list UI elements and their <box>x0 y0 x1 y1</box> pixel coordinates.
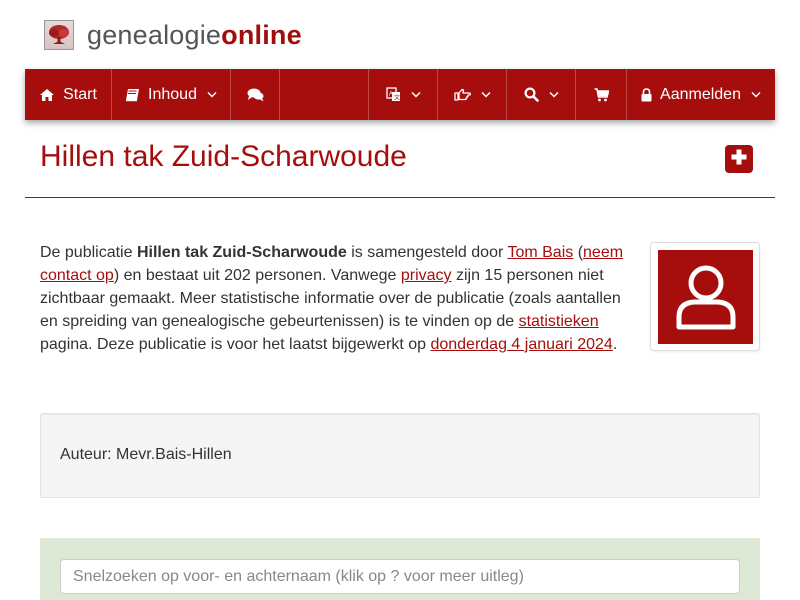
nav-divider <box>279 69 280 120</box>
author-link[interactable]: Tom Bais <box>507 244 573 261</box>
nav-start-label: Start <box>63 85 97 103</box>
nav-forum[interactable] <box>231 69 279 120</box>
privacy-link[interactable]: privacy <box>401 267 452 284</box>
quick-search-input[interactable] <box>60 559 740 594</box>
tree-icon <box>44 20 74 50</box>
search-icon <box>523 87 539 102</box>
nav-search[interactable] <box>507 69 575 120</box>
language-icon: A文 <box>385 87 401 102</box>
comments-icon <box>247 88 264 102</box>
chevron-down-icon <box>207 91 217 98</box>
intro-text: ( <box>573 244 584 261</box>
plus-icon <box>730 148 748 171</box>
title-divider <box>25 197 775 198</box>
expand-button[interactable] <box>725 145 753 173</box>
chevron-down-icon <box>548 91 559 98</box>
intro-text: ) en bestaat uit 202 personen. Vanwege <box>113 267 401 284</box>
svg-text:A: A <box>389 92 393 98</box>
chevron-down-icon <box>751 91 761 98</box>
page-title: Hillen tak Zuid-Scharwoude <box>40 140 407 173</box>
publication-name: Hillen tak Zuid-Scharwoude <box>136 244 347 261</box>
cart-icon <box>594 87 609 102</box>
svg-text:文: 文 <box>394 94 400 102</box>
quick-search-panel <box>40 538 760 600</box>
intro-text: is samengesteld door <box>346 244 508 261</box>
user-icon <box>670 259 742 336</box>
last-updated-link[interactable]: donderdag 4 januari 2024 <box>430 336 612 353</box>
logo-text: genealogieonline <box>87 20 302 51</box>
chevron-down-icon <box>480 91 491 98</box>
nav-start[interactable]: Start <box>25 69 111 120</box>
publication-intro: De publicatie Hillen tak Zuid-Scharwoude… <box>40 241 630 356</box>
avatar <box>658 250 753 344</box>
nav-login[interactable]: Aanmelden <box>627 69 775 120</box>
nav-language[interactable]: A文 <box>369 69 437 120</box>
nav-inhoud[interactable]: Inhoud <box>112 69 230 120</box>
main-navbar: Start Inhoud A文 Aanmelden <box>25 69 775 120</box>
site-logo[interactable]: genealogieonline <box>44 18 302 52</box>
logo-text-online: online <box>221 19 302 50</box>
intro-text: . <box>612 336 618 353</box>
author-box: Auteur: Mevr.Bais-Hillen <box>40 413 760 498</box>
chevron-down-icon <box>410 91 421 98</box>
nav-cart[interactable] <box>576 69 626 120</box>
home-icon <box>39 88 55 102</box>
nav-inhoud-label: Inhoud <box>148 85 197 103</box>
book-icon <box>125 88 140 102</box>
nav-login-label: Aanmelden <box>660 85 741 103</box>
lock-icon <box>641 87 652 102</box>
hand-pointer-icon <box>453 88 471 101</box>
intro-text: De publicatie <box>40 244 137 261</box>
statistics-link[interactable]: statistieken <box>519 313 599 330</box>
author-avatar-frame <box>650 242 760 351</box>
logo-text-genealogie: genealogie <box>87 19 222 50</box>
author-box-text: Auteur: Mevr.Bais-Hillen <box>60 446 232 463</box>
intro-text: pagina. Deze publicatie is voor het laat… <box>40 336 431 353</box>
nav-actions[interactable] <box>438 69 506 120</box>
